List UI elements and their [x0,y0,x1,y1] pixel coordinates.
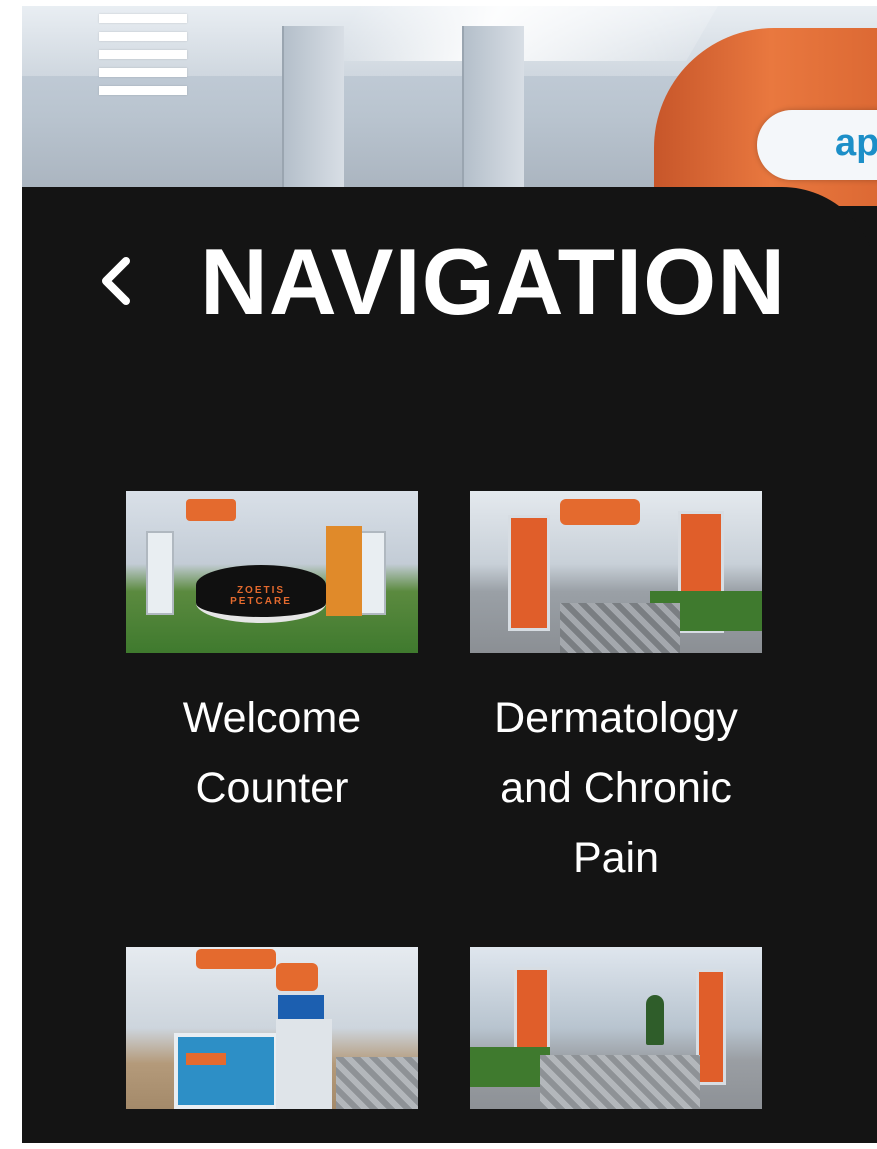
thumbnail-nav-item-3 [126,947,418,1109]
app-frame: ap NAVIGATION ZOETIS PETCARE Welcome Cou… [22,6,877,1143]
nav-item-3[interactable] [126,947,418,1139]
nav-item-4[interactable] [470,947,762,1139]
navigation-drawer: NAVIGATION ZOETIS PETCARE Welcome Counte… [22,187,877,1143]
hamburger-menu-icon[interactable] [99,14,187,102]
nav-item-label: Dermatology and Chronic Pain [494,694,738,882]
scene-wall-panel [282,26,344,206]
nav-item-label: Welcome Counter [182,694,362,812]
nav-item-dermatology[interactable]: Dermatology and Chronic Pain [470,491,762,893]
scene-sign: ap [757,110,877,180]
thumbnail-dermatology [470,491,762,653]
scene-wall-panel [462,26,524,206]
navigation-header: NAVIGATION [22,227,877,337]
thumbnail-welcome-counter: ZOETIS PETCARE [126,491,418,653]
page-title: NAVIGATION [200,229,787,334]
scene-sign-text: ap [835,122,877,164]
thumbnail-nav-item-4 [470,947,762,1109]
nav-item-welcome-counter[interactable]: ZOETIS PETCARE Welcome Counter [126,491,418,823]
chevron-left-icon[interactable] [96,251,136,311]
booth-label: ZOETIS PETCARE [230,585,292,607]
